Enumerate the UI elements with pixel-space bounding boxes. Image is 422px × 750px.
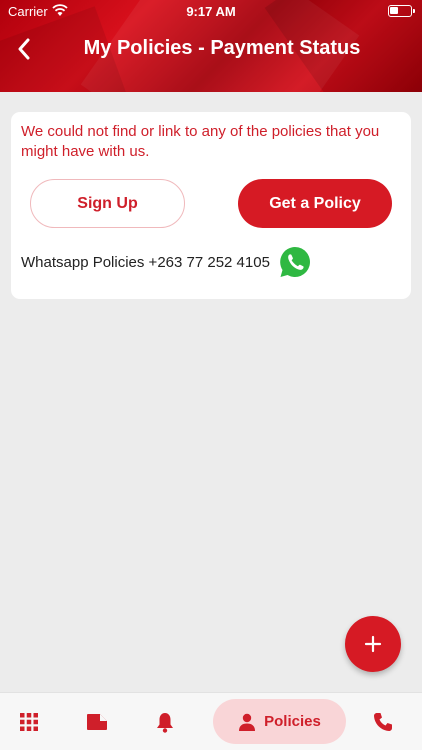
bottom-nav: Policies: [0, 692, 422, 750]
bell-icon: [157, 712, 173, 733]
nav-item-call[interactable]: [366, 703, 400, 741]
whatsapp-icon[interactable]: [277, 244, 313, 280]
grid-icon: [20, 713, 38, 731]
phone-icon: [374, 713, 392, 731]
no-policies-message: We could not find or link to any of the …: [21, 123, 380, 160]
nav-item-policies[interactable]: Policies: [213, 699, 346, 744]
sign-up-button[interactable]: Sign Up: [30, 179, 185, 228]
add-fab-button[interactable]: [345, 616, 401, 672]
no-policies-card: We could not find or link to any of the …: [11, 112, 411, 299]
status-time: 9:17 AM: [186, 4, 236, 19]
nav-item-notifications[interactable]: [148, 703, 182, 741]
app-header: Carrier 9:17 AM My Policies - Payment St…: [0, 0, 422, 92]
get-a-policy-button[interactable]: Get a Policy: [238, 179, 392, 228]
plus-icon: [364, 635, 382, 653]
nav-item-documents[interactable]: [80, 703, 114, 741]
whatsapp-contact-text: Whatsapp Policies +263 77 252 4105: [21, 254, 270, 271]
page-title: My Policies - Payment Status: [83, 37, 361, 59]
person-icon: [239, 713, 256, 731]
folder-icon: [87, 714, 107, 730]
nav-item-policies-label: Policies: [264, 713, 321, 730]
status-bar: Carrier 9:17 AM: [0, 0, 422, 22]
nav-item-menu[interactable]: [12, 703, 46, 741]
battery-icon: [388, 5, 415, 17]
